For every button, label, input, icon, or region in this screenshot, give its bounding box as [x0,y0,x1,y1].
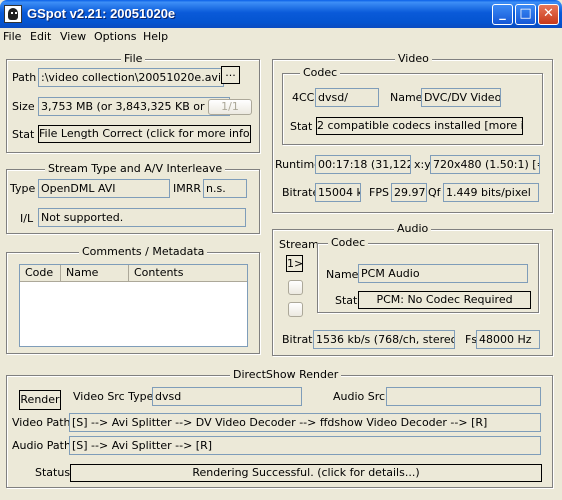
video-group-title: Video [395,52,432,65]
video-src-type-label: Video Src Type [73,390,154,403]
metadata-table[interactable]: Code Name Contents [19,264,248,347]
column-name[interactable]: Name [61,265,129,282]
audio-src-label: Audio Src [333,390,386,403]
audio-path-field[interactable]: [S] --> Avi Splitter --> [R] [69,436,541,455]
audio-path-label: Audio Path [12,439,71,452]
directshow-render-group: DirectShow Render Render Video Src Type … [6,368,553,488]
type-label: Type [10,182,36,195]
file-length-status-button[interactable]: File Length Correct (click for more info… [38,125,251,143]
video-stat-label: Stat [290,120,313,133]
window-title: GSpot v2.21: 20051020e [27,6,176,21]
menu-bar: File Edit View Options Help [0,28,562,46]
video-codec-group: Codec 4CC dvsd/ Name DVC/DV Video Stat 2… [282,66,543,145]
audio-group: Audio Stream 1> Codec Name PCM Audio Sta… [272,222,553,356]
comments-group-title: Comments / Metadata [79,245,208,258]
title-bar[interactable]: GSpot v2.21: 20051020e _ □ ✕ [0,0,562,28]
audio-stream-3-button[interactable] [288,302,303,317]
audio-src-field[interactable] [386,387,541,406]
audio-stream-1-button[interactable]: 1> [286,255,303,272]
minimize-button[interactable]: _ [492,4,513,25]
imrr-field[interactable]: n.s. [203,179,247,198]
directshow-group-title: DirectShow Render [230,368,342,381]
render-status-label: Status [35,466,71,479]
menu-options[interactable]: Options [94,30,136,43]
video-path-label: Video Path [12,416,71,429]
audio-codec-name-field[interactable]: PCM Audio [358,264,528,283]
maximize-button[interactable]: □ [515,4,536,25]
audio-codec-status-button[interactable]: PCM: No Codec Required [358,291,531,309]
stream-type-group: Stream Type and A/V Interleave Type Open… [6,162,260,234]
column-contents[interactable]: Contents [129,265,247,282]
comments-metadata-group: Comments / Metadata Code Name Contents [6,245,260,354]
stream-label: Stream [279,238,319,251]
resolution-field[interactable]: 720x480 (1.50:1) [=3: [430,155,540,174]
file-group: File Path :\video collection\20051020e.a… [6,52,260,153]
type-field[interactable]: OpenDML AVI [38,179,170,198]
video-name-label: Name [390,91,423,104]
video-codec-title: Codec [300,66,341,79]
video-bitrate-label: Bitrate [282,186,320,199]
audio-bitrate-field[interactable]: 1536 kb/s (768/ch, stereo) [313,330,455,349]
browse-button[interactable]: ... [221,66,240,84]
fourcc-field[interactable]: dvsd/ [315,88,379,107]
size-label: Size [12,100,35,113]
gspot-app-icon[interactable] [4,5,22,23]
column-code[interactable]: Code [20,265,61,282]
video-src-type-field[interactable]: dvsd [152,387,302,406]
video-group: Video Codec 4CC dvsd/ Name DVC/DV Video … [272,52,553,213]
path-field[interactable]: :\video collection\20051020e.avi [38,68,224,87]
qf-label: Qf [428,186,441,199]
render-status-button[interactable]: Rendering Successful. (click for details… [70,464,542,482]
fps-field[interactable]: 29.97 [391,183,427,202]
menu-edit[interactable]: Edit [30,30,51,43]
audio-name-label: Name [326,268,359,281]
qf-field[interactable]: 1.449 bits/pixel [443,183,539,202]
runtime-field[interactable]: 00:17:18 (31,122 fr [315,155,411,174]
menu-help[interactable]: Help [143,30,168,43]
imrr-label: IMRR [173,182,202,195]
xy-label: x:y [414,158,431,171]
close-button[interactable]: ✕ [538,4,559,25]
fps-label: FPS [369,186,389,199]
path-label: Path [12,71,37,84]
video-codec-status-button[interactable]: 2 compatible codecs installed [more info… [316,117,523,135]
audio-codec-group: Codec Name PCM Audio Stat PCM: No Codec … [317,236,539,313]
menu-view[interactable]: View [60,30,86,43]
menu-file[interactable]: File [3,30,21,43]
interleave-field[interactable]: Not supported. [38,208,246,227]
file-stat-label: Stat [12,128,35,141]
audio-group-title: Audio [394,222,432,235]
metadata-table-header: Code Name Contents [20,265,247,282]
video-codec-name-field[interactable]: DVC/DV Video [421,88,501,107]
render-button[interactable]: Render [19,390,61,410]
audio-stream-2-button[interactable] [288,280,303,295]
sample-rate-field[interactable]: 48000 Hz [476,330,540,349]
file-group-title: File [121,52,146,65]
video-bitrate-field[interactable]: 15004 k [315,183,361,202]
interleave-label: I/L [20,212,34,225]
audio-stat-label: Stat [335,294,358,307]
fourcc-label: 4CC [292,91,315,104]
stream-type-group-title: Stream Type and A/V Interleave [45,162,226,175]
size-unit-button[interactable]: 1/1 [208,99,252,115]
audio-codec-title: Codec [328,236,369,249]
video-path-field[interactable]: [S] --> Avi Splitter --> DV Video Decode… [69,413,541,432]
size-field[interactable]: 3,753 MB (or 3,843,325 KB or 3,9 [38,97,230,116]
